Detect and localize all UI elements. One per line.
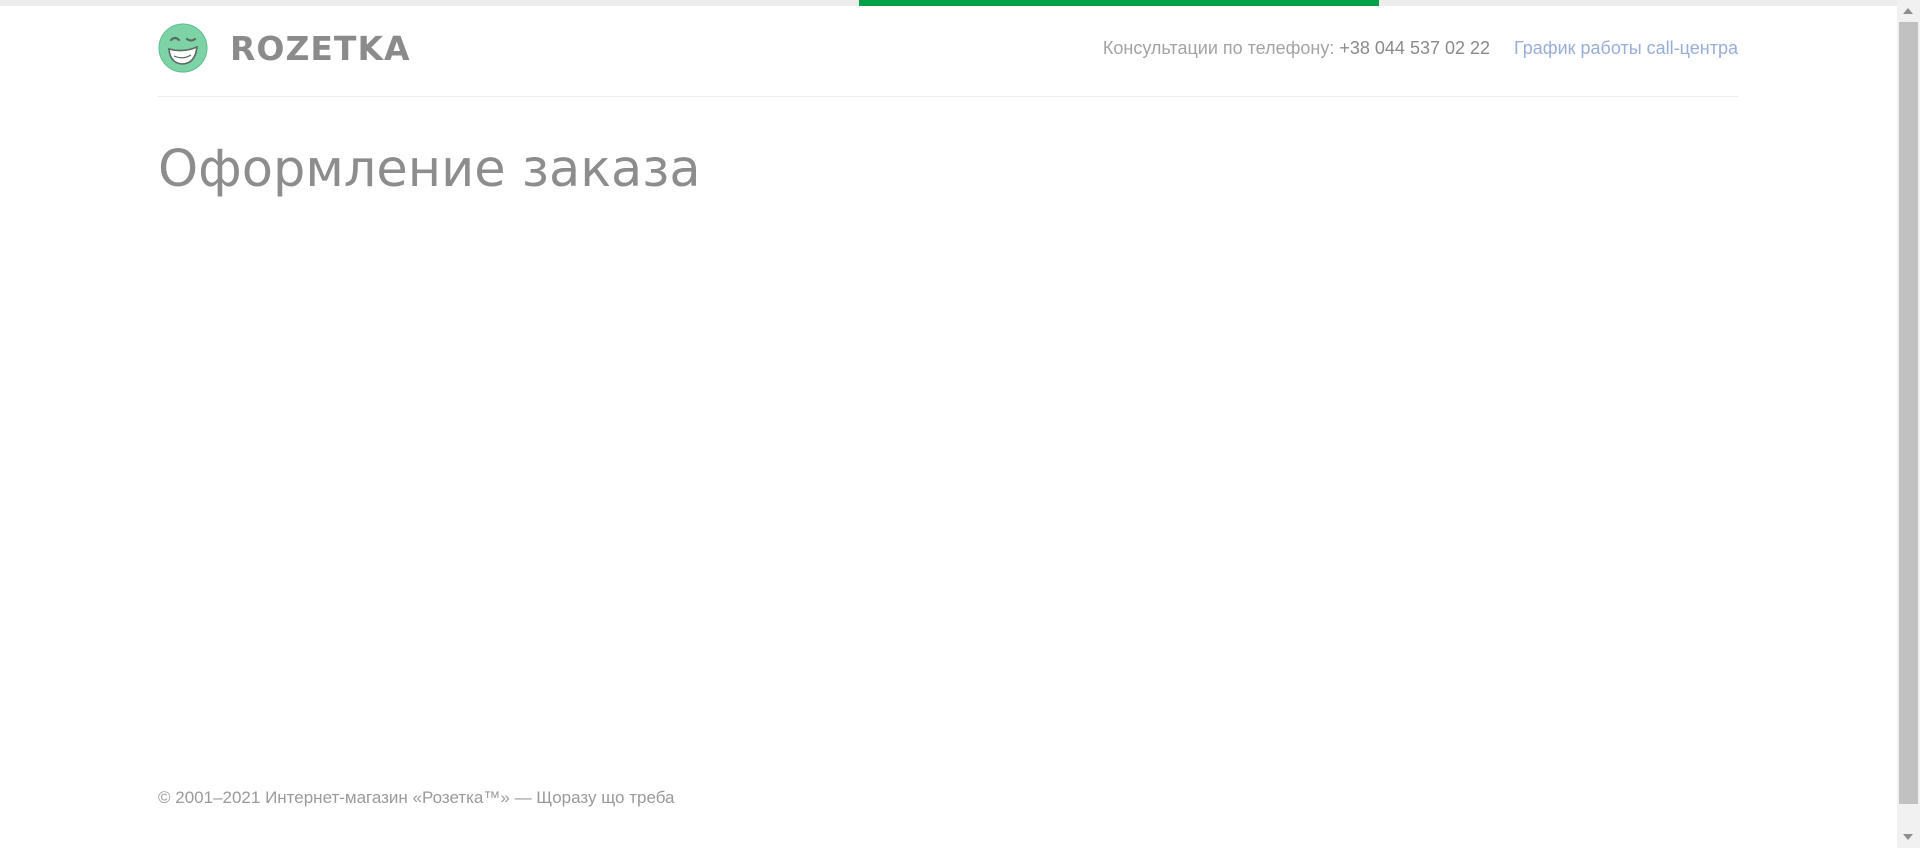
phone-number: +38 044 537 02 22 (1339, 38, 1491, 58)
logo-wordmark: ROZETKA (230, 28, 411, 68)
scroll-down-arrow-icon[interactable] (1903, 834, 1913, 840)
phone-label: Консультации по телефону: (1102, 38, 1335, 58)
page-header: ROZETKA Консультации по телефону: +38 04… (158, 6, 1738, 97)
page-title: Оформление заказа (158, 140, 701, 199)
smiley-logo-icon (158, 23, 208, 73)
call-center-schedule-link[interactable]: График работы call-центра (1514, 38, 1738, 59)
checkout-page: ROZETKA Консультации по телефону: +38 04… (0, 0, 1920, 848)
footer-copyright: © 2001–2021 Интернет-магазин «Розетка™» … (158, 788, 675, 807)
header-contacts: Консультации по телефону: +38 044 537 02… (1103, 38, 1738, 59)
scroll-up-arrow-icon[interactable] (1903, 8, 1913, 14)
logo-link[interactable]: ROZETKA (158, 23, 411, 73)
vertical-scrollbar[interactable] (1897, 0, 1920, 848)
scrollbar-thumb[interactable] (1899, 22, 1918, 804)
